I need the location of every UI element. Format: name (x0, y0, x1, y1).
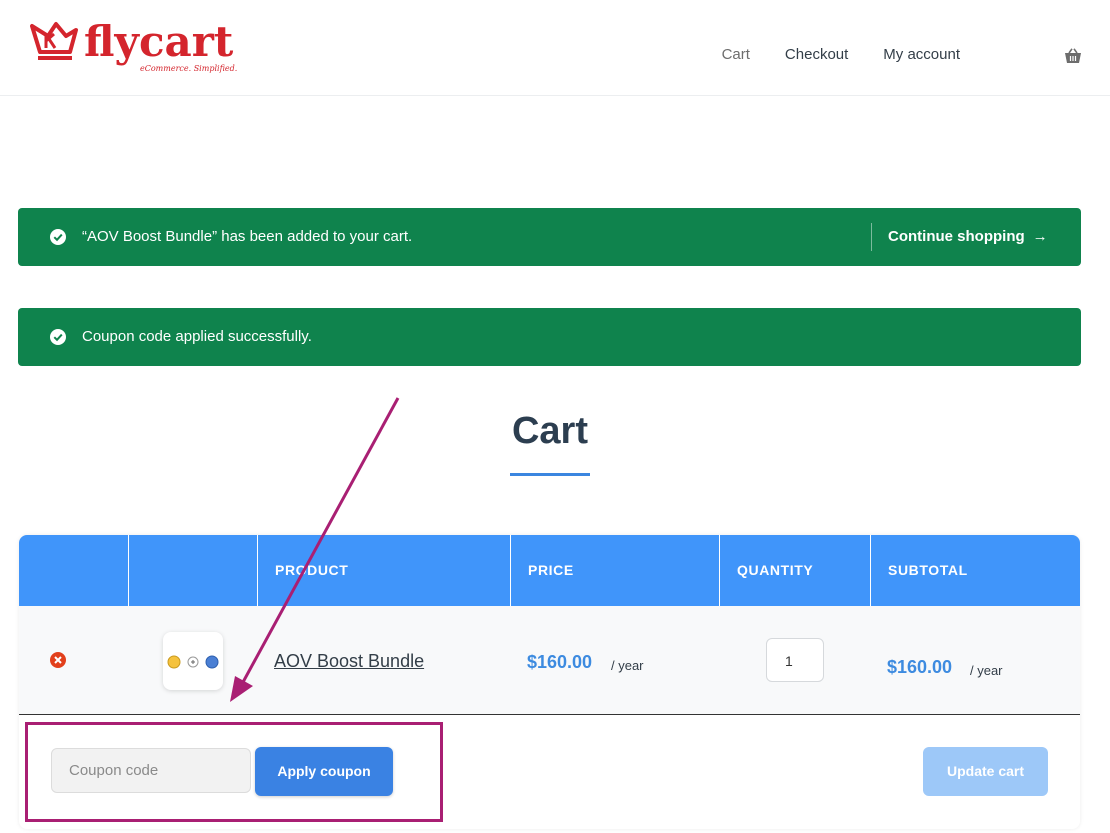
col-header-subtotal: SUBTOTAL (888, 562, 968, 578)
notice-divider (871, 223, 872, 251)
nav-item-cart[interactable]: Cart (722, 46, 750, 63)
logo-tagline: eCommerce. Simplified. (140, 64, 238, 73)
continue-shopping-link[interactable]: Continue shopping → (888, 228, 1048, 245)
site-logo[interactable]: flycart eCommerce. Simplified. (30, 17, 240, 76)
table-header: PRODUCT PRICE QUANTITY SUBTOTAL (19, 535, 1080, 606)
continue-shopping-label: Continue shopping (888, 228, 1025, 245)
col-header-product: PRODUCT (258, 535, 511, 606)
unit-price: $160.00 (527, 652, 593, 672)
logo-wordmark: flycart (84, 17, 234, 66)
bundle-thumbnail-icon (167, 655, 219, 669)
arrow-right-icon: → (1032, 228, 1048, 245)
added-to-cart-notice: “AOV Boost Bundle” has been added to you… (18, 208, 1081, 266)
product-thumbnail[interactable] (163, 632, 223, 690)
basket-icon[interactable] (1064, 48, 1082, 64)
check-circle-icon (50, 229, 66, 245)
line-subtotal: $160.00 (887, 657, 953, 677)
subtotal-period: / year (970, 663, 1003, 678)
annotation-highlight-box (25, 722, 443, 822)
check-circle-icon (50, 329, 66, 345)
col-header-thumbnail (129, 535, 258, 606)
col-header-remove (19, 535, 129, 606)
nav-item-checkout[interactable]: Checkout (785, 46, 848, 63)
page-title: Cart (511, 410, 589, 452)
coupon-applied-notice: Coupon code applied successfully. (18, 308, 1081, 366)
notice-message: “AOV Boost Bundle” has been added to you… (82, 228, 413, 245)
notice-message: Coupon code applied successfully. (82, 328, 312, 345)
update-cart-button[interactable]: Update cart (923, 747, 1048, 796)
site-header: flycart eCommerce. Simplified. Cart Chec… (0, 0, 1110, 96)
title-underline (510, 473, 590, 476)
quantity-input[interactable]: 1 (766, 638, 824, 682)
table-row: AOV Boost Bundle $160.00 / year 1 $160.0… (19, 606, 1080, 715)
primary-nav: Cart Checkout My account (722, 46, 960, 63)
nav-item-my-account[interactable]: My account (883, 46, 960, 63)
col-header-quantity: QUANTITY (720, 535, 871, 606)
price-period: / year (611, 658, 644, 673)
product-name-link[interactable]: AOV Boost Bundle (274, 651, 424, 672)
logo-crown-icon (30, 22, 78, 60)
remove-item-icon[interactable] (50, 652, 66, 668)
col-header-price: PRICE (511, 535, 720, 606)
